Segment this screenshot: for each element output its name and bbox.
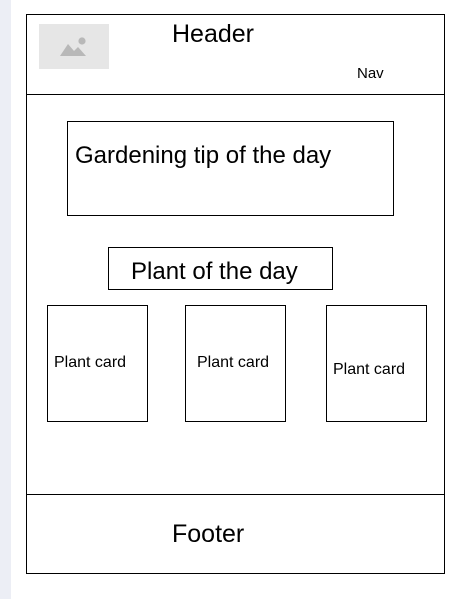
footer-divider xyxy=(26,494,445,495)
left-edge-strip xyxy=(0,0,11,599)
plant-card-label: Plant card xyxy=(54,354,127,371)
header-title: Header xyxy=(172,20,254,48)
footer-label: Footer xyxy=(172,520,245,548)
plant-of-the-day-title: Plant of the day xyxy=(131,258,298,285)
page-frame xyxy=(26,14,445,574)
plant-card-label: Plant card xyxy=(333,361,406,378)
plant-card-label: Plant card xyxy=(197,354,270,371)
image-placeholder-icon xyxy=(60,37,86,56)
nav-label[interactable]: Nav xyxy=(357,66,384,81)
gardening-tip-title: Gardening tip of the day xyxy=(75,142,332,169)
header-divider xyxy=(26,94,445,95)
logo-placeholder xyxy=(39,24,109,69)
